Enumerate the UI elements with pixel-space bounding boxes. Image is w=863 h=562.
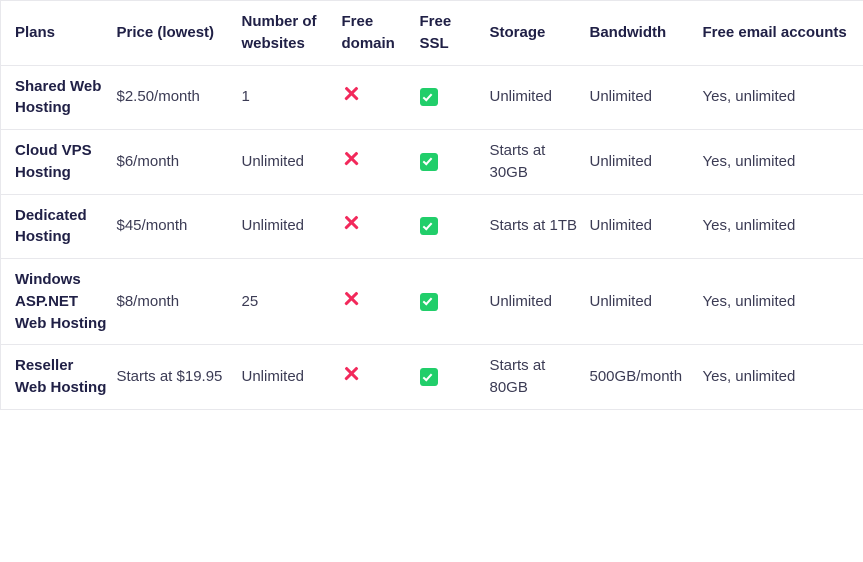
table-row: Dedicated Hosting $45/month Unlimited St… xyxy=(0,193,863,259)
column-header-storage: Storage xyxy=(489,0,590,66)
cell-storage: Starts at 1TB xyxy=(489,193,590,259)
cell-free-ssl xyxy=(419,193,490,259)
cell-number-of-websites: Unlimited xyxy=(241,344,342,410)
cell-plan-name: Shared Web Hosting xyxy=(0,64,117,130)
cell-free-domain xyxy=(341,193,420,259)
cell-free-email-accounts: Yes, unlimited xyxy=(702,257,863,346)
cell-number-of-websites: Unlimited xyxy=(241,193,342,259)
cell-free-email-accounts: Yes, unlimited xyxy=(702,129,863,195)
hosting-comparison-table: Plans Price (lowest) Number of websites … xyxy=(0,0,863,410)
cell-number-of-websites: Unlimited xyxy=(241,129,342,195)
table-row: Shared Web Hosting $2.50/month 1 Unlimit… xyxy=(0,64,863,130)
table-header-row: Plans Price (lowest) Number of websites … xyxy=(0,0,863,66)
cell-plan-name: Windows ASP.NET Web Hosting xyxy=(0,257,117,346)
column-header-bandwidth: Bandwidth xyxy=(589,0,703,66)
cell-bandwidth: 500GB/month xyxy=(589,344,703,410)
cell-free-email-accounts: Yes, unlimited xyxy=(702,64,863,130)
cell-storage: Starts at 80GB xyxy=(489,344,590,410)
cell-price: $6/month xyxy=(116,129,242,195)
cross-icon xyxy=(342,149,361,168)
cross-icon xyxy=(342,213,361,232)
table-row: Windows ASP.NET Web Hosting $8/month 25 … xyxy=(0,257,863,346)
column-header-price: Price (lowest) xyxy=(116,0,242,66)
cell-bandwidth: Unlimited xyxy=(589,193,703,259)
cell-storage: Unlimited xyxy=(489,257,590,346)
table-row: Cloud VPS Hosting $6/month Unlimited Sta… xyxy=(0,129,863,195)
check-icon xyxy=(419,152,438,171)
column-header-free-domain: Free domain xyxy=(341,0,420,66)
check-icon xyxy=(419,292,438,311)
cell-free-email-accounts: Yes, unlimited xyxy=(702,344,863,410)
check-icon xyxy=(419,88,438,107)
cell-plan-name: Dedicated Hosting xyxy=(0,193,117,259)
column-header-free-email: Free email accounts xyxy=(702,0,863,66)
cross-icon xyxy=(342,84,361,103)
cell-bandwidth: Unlimited xyxy=(589,64,703,130)
cell-bandwidth: Unlimited xyxy=(589,129,703,195)
cell-storage: Unlimited xyxy=(489,64,590,130)
cell-price: Starts at $19.95 xyxy=(116,344,242,410)
cross-icon xyxy=(342,364,361,383)
cell-free-domain xyxy=(341,129,420,195)
table-row: Reseller Web Hosting Starts at $19.95 Un… xyxy=(0,344,863,410)
table-header: Plans Price (lowest) Number of websites … xyxy=(0,0,863,66)
cross-icon xyxy=(342,289,361,308)
cell-number-of-websites: 25 xyxy=(241,257,342,346)
hosting-comparison-table-container: Plans Price (lowest) Number of websites … xyxy=(0,0,863,562)
check-icon xyxy=(419,217,438,236)
check-icon xyxy=(419,368,438,387)
cell-free-ssl xyxy=(419,129,490,195)
column-header-plans: Plans xyxy=(0,0,117,66)
cell-number-of-websites: 1 xyxy=(241,64,342,130)
cell-plan-name: Cloud VPS Hosting xyxy=(0,129,117,195)
cell-free-email-accounts: Yes, unlimited xyxy=(702,193,863,259)
cell-free-ssl xyxy=(419,344,490,410)
cell-plan-name: Reseller Web Hosting xyxy=(0,344,117,410)
cell-price: $45/month xyxy=(116,193,242,259)
cell-free-domain xyxy=(341,344,420,410)
cell-free-domain xyxy=(341,64,420,130)
cell-free-ssl xyxy=(419,257,490,346)
cell-free-ssl xyxy=(419,64,490,130)
cell-price: $2.50/month xyxy=(116,64,242,130)
cell-storage: Starts at 30GB xyxy=(489,129,590,195)
cell-bandwidth: Unlimited xyxy=(589,257,703,346)
cell-free-domain xyxy=(341,257,420,346)
cell-price: $8/month xyxy=(116,257,242,346)
column-header-websites: Number of websites xyxy=(241,0,342,66)
column-header-free-ssl: Free SSL xyxy=(419,0,490,66)
table-body: Shared Web Hosting $2.50/month 1 Unlimit… xyxy=(0,64,863,410)
